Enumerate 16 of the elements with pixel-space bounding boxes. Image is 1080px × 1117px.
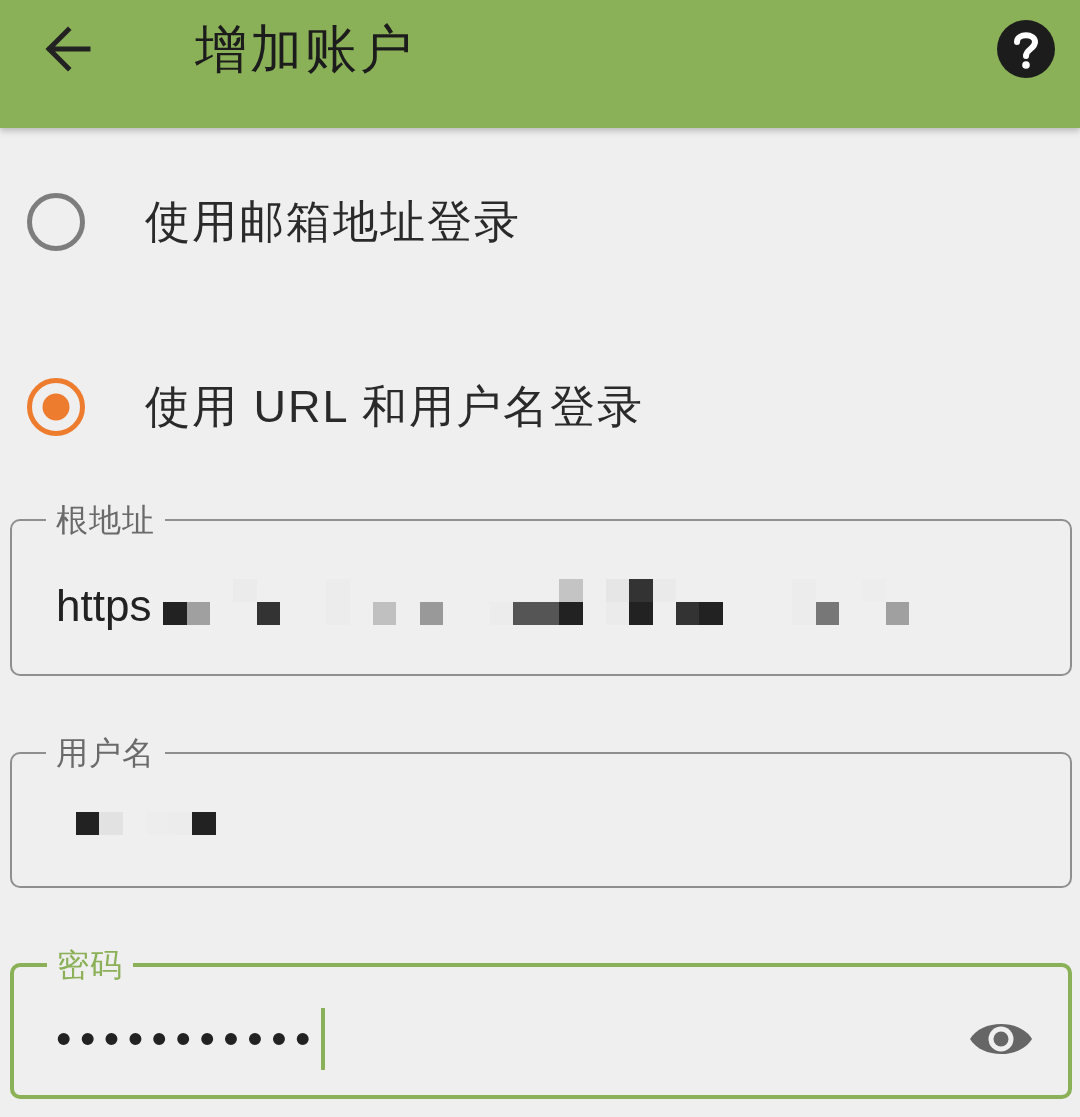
screen-title: 增加账户 [195, 19, 415, 79]
input-field[interactable]: 用户名 [10, 736, 1072, 888]
field-value: https [56, 579, 152, 632]
radio-label[interactable]: 使用邮箱地址登录 [145, 195, 521, 249]
input-field[interactable]: 根地址 https [10, 503, 1072, 676]
field-label: 根地址 [55, 503, 156, 537]
field-label: 用户名 [55, 736, 156, 770]
field-label: 密码 [56, 948, 124, 982]
password-field[interactable]: 密码 ••••••••••• [10, 948, 1072, 1099]
text-cursor [320, 1007, 325, 1070]
back-arrow-icon[interactable] [44, 25, 92, 73]
radio-label[interactable]: 使用 URL 和用户名登录 [145, 380, 645, 434]
help-icon[interactable] [997, 20, 1055, 78]
radio-button[interactable] [26, 192, 86, 252]
field-value: ••••••••••• [56, 1012, 319, 1065]
radio-button[interactable] [26, 377, 86, 437]
